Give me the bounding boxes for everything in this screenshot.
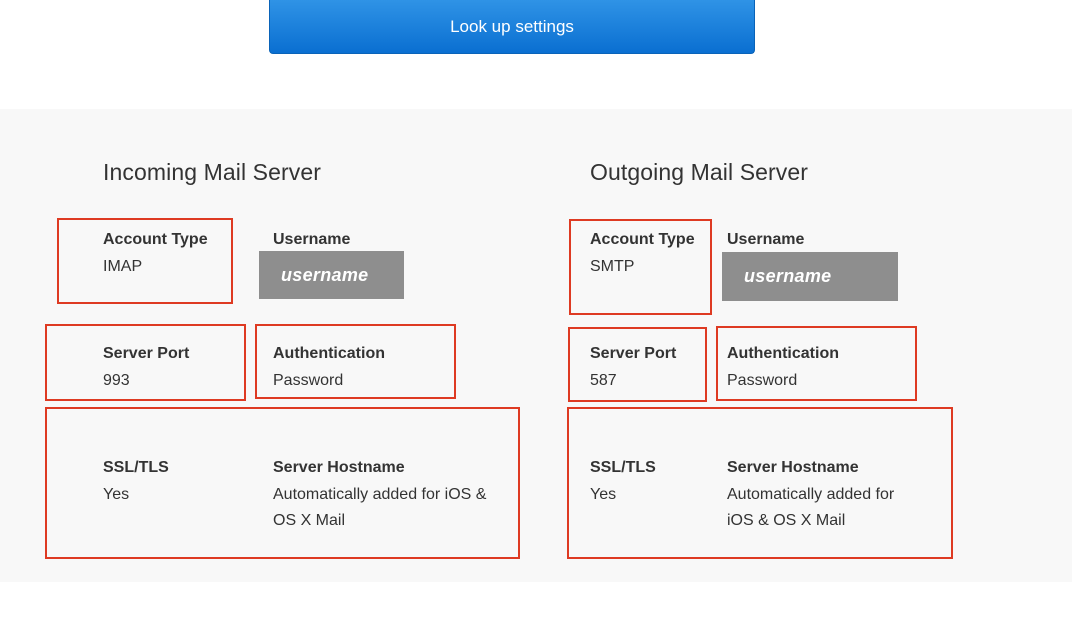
look-up-settings-button[interactable]: Look up settings bbox=[269, 0, 755, 54]
outgoing-account-type-field: Account Type SMTP bbox=[590, 230, 695, 280]
outgoing-authentication-field: Authentication Password bbox=[727, 344, 839, 394]
incoming-account-type-value: IMAP bbox=[103, 258, 143, 275]
incoming-server-port-value: 993 bbox=[103, 372, 130, 389]
incoming-server-hostname-label: Server Hostname bbox=[273, 459, 405, 476]
incoming-server-hostname-value: Automatically added for iOS & OS X Mail bbox=[273, 482, 486, 534]
outgoing-server-title: Outgoing Mail Server bbox=[590, 159, 809, 185]
outgoing-username-field: Username bbox=[727, 230, 804, 250]
incoming-account-type-label: Account Type bbox=[103, 231, 208, 248]
outgoing-ssl-tls-field: SSL/TLS Yes bbox=[590, 458, 656, 508]
incoming-server-hostname-line-1: Automatically added for iOS & bbox=[273, 486, 487, 503]
outgoing-account-type-value: SMTP bbox=[590, 258, 635, 275]
incoming-ssl-tls-value: Yes bbox=[103, 486, 130, 503]
incoming-server-port-label: Server Port bbox=[103, 345, 190, 362]
outgoing-server-port-value: 587 bbox=[590, 372, 617, 389]
incoming-server-hostname-line-2: OS X Mail bbox=[273, 512, 346, 529]
outgoing-server-hostname-line-2: iOS & OS X Mail bbox=[727, 512, 846, 529]
incoming-username-field: Username bbox=[273, 230, 350, 250]
outgoing-server-port-label: Server Port bbox=[590, 345, 677, 362]
outgoing-server-port-field: Server Port 587 bbox=[590, 344, 676, 394]
incoming-server-port-field: Server Port 993 bbox=[103, 344, 189, 394]
page: Look up settings Incoming Mail Server Ac… bbox=[0, 0, 1072, 626]
incoming-ssl-tls-field: SSL/TLS Yes bbox=[103, 458, 169, 508]
server-settings-panel: Incoming Mail Server Account Type IMAP U… bbox=[0, 109, 1072, 582]
outgoing-server-hostname-value: Automatically added for iOS & OS X Mail bbox=[727, 482, 894, 534]
incoming-username-label: Username bbox=[273, 231, 351, 248]
outgoing-ssl-tls-label: SSL/TLS bbox=[590, 459, 656, 476]
incoming-ssl-tls-label: SSL/TLS bbox=[103, 459, 169, 476]
outgoing-authentication-value: Password bbox=[727, 372, 798, 389]
incoming-authentication-value: Password bbox=[273, 372, 344, 389]
outgoing-username-value: username bbox=[722, 252, 898, 301]
outgoing-server-hostname-label: Server Hostname bbox=[727, 459, 859, 476]
outgoing-server-hostname-field: Server Hostname Automatically added for … bbox=[727, 458, 894, 534]
outgoing-ssl-tls-value: Yes bbox=[590, 486, 617, 503]
incoming-authentication-field: Authentication Password bbox=[273, 344, 385, 394]
outgoing-account-type-label: Account Type bbox=[590, 231, 695, 248]
incoming-username-value: username bbox=[259, 251, 404, 299]
incoming-authentication-label: Authentication bbox=[273, 345, 385, 362]
outgoing-server-hostname-line-1: Automatically added for bbox=[727, 486, 895, 503]
incoming-server-title: Incoming Mail Server bbox=[103, 159, 322, 185]
outgoing-username-label: Username bbox=[727, 231, 805, 248]
incoming-account-type-field: Account Type IMAP bbox=[103, 230, 208, 280]
incoming-server-hostname-field: Server Hostname Automatically added for … bbox=[273, 458, 486, 534]
outgoing-authentication-label: Authentication bbox=[727, 345, 839, 362]
